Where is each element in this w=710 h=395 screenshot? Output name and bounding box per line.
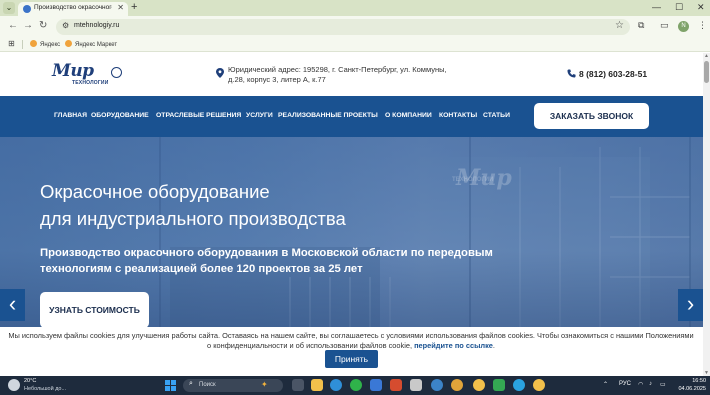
nav-item-equipment[interactable]: ОБОРУДОВАНИЕ	[91, 112, 149, 119]
chevron-right-icon[interactable]: ›	[678, 289, 703, 321]
back-icon[interactable]: ←	[8, 20, 18, 32]
whatsapp-icon[interactable]	[350, 379, 362, 391]
clock-time[interactable]: 16:50	[676, 378, 706, 385]
new-tab-icon[interactable]: +	[131, 1, 137, 14]
phone-number[interactable]: 8 (812) 603-28-51	[579, 69, 647, 79]
url-text[interactable]: mtehnologiy.ru	[74, 22, 119, 29]
scroll-up-icon[interactable]: ▲	[703, 53, 710, 59]
extensions-icon[interactable]: ⧉	[638, 20, 644, 31]
filezilla-icon[interactable]	[390, 379, 402, 391]
hero-title: Окрасочное оборудование для индустриальн…	[40, 178, 560, 232]
weather-description[interactable]: Небольшой до...	[24, 386, 66, 393]
spreadsheet-icon[interactable]	[493, 379, 505, 391]
reload-icon[interactable]: ↻	[39, 20, 47, 32]
hero-title-line1: Окрасочное оборудование	[40, 181, 270, 202]
volume-icon[interactable]: ♪	[649, 381, 652, 387]
tray-chevron-icon[interactable]: ⌃	[603, 381, 608, 388]
legal-address: Юридический адрес: 195298, г. Санкт-Пете…	[228, 65, 447, 84]
search-highlight-icon: ✦	[261, 380, 268, 389]
split-icon[interactable]: ▭	[660, 20, 669, 31]
weather-temperature[interactable]: 20°C	[24, 378, 36, 385]
bookmark-yandex[interactable]: Яндекс	[30, 40, 60, 48]
divider	[22, 40, 23, 49]
bookmark-label: Яндекс	[40, 42, 61, 48]
get-price-button[interactable]: УЗНАТЬ СТОИМОСТЬ	[40, 292, 149, 327]
bookmark-yandex-market[interactable]: Яндекс Маркет	[65, 40, 117, 48]
yandex-browser-icon[interactable]	[473, 379, 485, 391]
weather-icon[interactable]	[8, 379, 20, 391]
apps-icon[interactable]: ⊞	[8, 39, 15, 48]
battery-icon[interactable]: ▭	[660, 381, 666, 388]
minimize-icon[interactable]: —	[652, 1, 661, 14]
forward-icon[interactable]: →	[23, 20, 33, 32]
favicon-icon	[23, 5, 31, 13]
app-icon[interactable]	[410, 379, 422, 391]
order-callback-button[interactable]: ЗАКАЗАТЬ ЗВОНОК	[534, 103, 649, 129]
accept-cookies-button[interactable]: Принять	[325, 350, 378, 368]
tab-search-icon[interactable]: ⌄	[3, 2, 15, 14]
browser-tab[interactable]: Производство окрасочного о ✕	[18, 2, 128, 16]
taskbar-search-placeholder: Поиск	[199, 382, 216, 388]
cookie-message-end: .	[492, 341, 495, 350]
nav-item-industry-solutions[interactable]: ОТРАСЛЕВЫЕ РЕШЕНИЯ	[156, 112, 241, 119]
task-view-icon[interactable]	[292, 379, 304, 391]
phone-icon	[567, 69, 576, 78]
logo-text: Мир	[52, 61, 94, 81]
hero-banner: Мир ТЕХНОЛОГИИ Окрасочное оборудование д…	[0, 137, 703, 327]
window-close-icon[interactable]: ✕	[697, 1, 705, 14]
bookmark-label: Яндекс Маркет	[75, 42, 118, 48]
maximize-icon[interactable]: ☐	[675, 1, 683, 14]
nav-item-articles[interactable]: СТАТЬИ	[483, 112, 510, 119]
globe-app-icon[interactable]	[431, 379, 443, 391]
browser-tab-strip: ⌄ Производство окрасочного о ✕ + — ☐ ✕	[0, 0, 710, 16]
nav-item-home[interactable]: ГЛАВНАЯ	[54, 112, 87, 119]
cookie-text: Мы используем файлы cookies для улучшени…	[6, 331, 696, 351]
nav-item-contacts[interactable]: КОНТАКТЫ	[439, 112, 477, 119]
cookie-message: Мы используем файлы cookies для улучшени…	[8, 331, 694, 350]
telegram-icon[interactable]	[513, 379, 525, 391]
site-info-icon[interactable]: ⚙	[62, 21, 69, 30]
cookie-banner: Мы используем файлы cookies для улучшени…	[0, 327, 703, 376]
site-header: Мир ТЕХНОЛОГИИ Юридический адрес: 195298…	[0, 53, 703, 96]
more-icon[interactable]: ⋮	[698, 20, 707, 31]
browser-toolbar: ← → ↻ ⚙ mtehnologiy.ru ☆ ⧉ ▭ N ⋮	[0, 16, 710, 37]
nav-item-services[interactable]: УСЛУГИ	[246, 112, 273, 119]
yandex-icon	[30, 40, 37, 47]
search-icon: ⌕	[189, 380, 193, 387]
hero-subtitle: Производство окрасочного оборудования в …	[40, 247, 493, 275]
map-pin-icon	[216, 68, 224, 78]
nav-item-about[interactable]: О КОМПАНИИ	[385, 112, 432, 119]
address-bar[interactable]: ⚙ mtehnologiy.ru ☆	[56, 19, 630, 35]
yandex-icon[interactable]	[533, 379, 545, 391]
input-language[interactable]: РУС	[619, 381, 631, 387]
close-icon[interactable]: ✕	[117, 3, 124, 12]
main-nav: ГЛАВНАЯ ОБОРУДОВАНИЕ ОТРАСЛЕВЫЕ РЕШЕНИЯ …	[0, 96, 703, 137]
avatar[interactable]: N	[678, 21, 689, 32]
edge-icon[interactable]	[330, 379, 342, 391]
cookie-policy-link[interactable]: перейдите по ссылке	[414, 341, 493, 350]
yandex-market-icon	[65, 40, 72, 47]
wifi-icon[interactable]: ◠	[638, 381, 643, 388]
bookmarks-bar: ⊞ Яндекс Яндекс Маркет	[0, 37, 710, 52]
hero-title-line2: для индустриального производства	[40, 208, 346, 229]
taskbar-search[interactable]: ⌕ Поиск ✦	[183, 379, 283, 392]
word-icon[interactable]	[370, 379, 382, 391]
tab-title: Производство окрасочного о	[34, 4, 112, 11]
taskbar: 20°C Небольшой до... ⌕ Поиск ✦ ⌃ РУС ◠ ♪…	[0, 376, 710, 395]
scroll-thumb[interactable]	[704, 61, 709, 83]
logo-subtitle: ТЕХНОЛОГИИ	[72, 80, 109, 86]
clock-date[interactable]: 04.06.2025	[676, 386, 706, 393]
star-icon[interactable]: ☆	[615, 20, 624, 31]
chrome-icon[interactable]	[451, 379, 463, 391]
file-explorer-icon[interactable]	[311, 379, 323, 391]
windows-start-icon[interactable]	[165, 380, 176, 391]
nav-item-projects[interactable]: РЕАЛИЗОВАННЫЕ ПРОЕКТЫ	[278, 112, 378, 119]
chevron-left-icon[interactable]: ‹	[0, 289, 25, 321]
page-scrollbar[interactable]: ▲ ▼	[703, 53, 710, 376]
globe-icon	[111, 67, 122, 78]
